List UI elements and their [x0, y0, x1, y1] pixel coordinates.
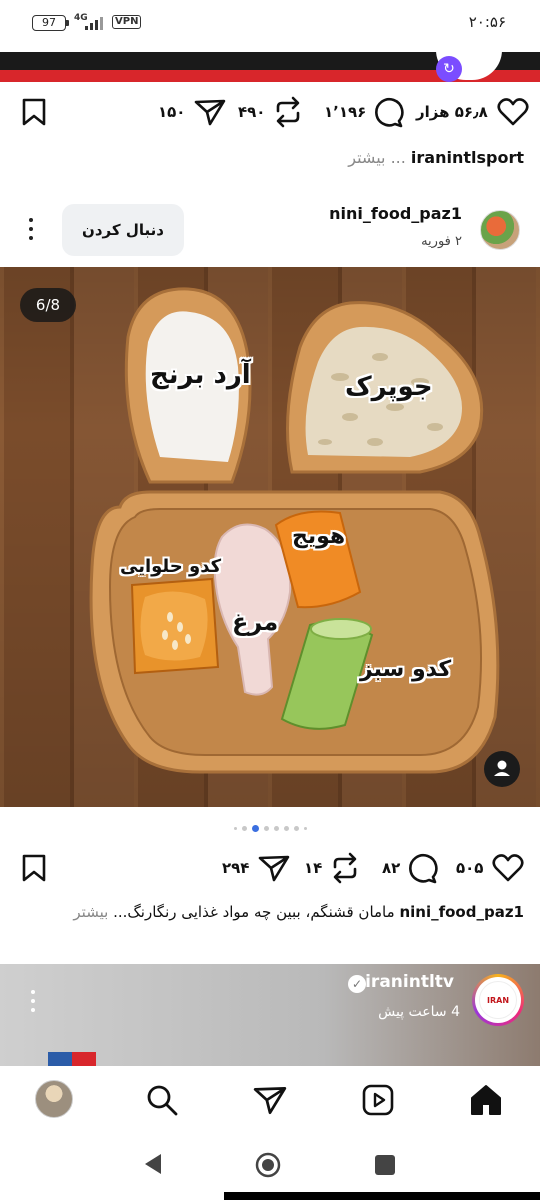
repost-icon[interactable] — [273, 96, 303, 128]
carousel-dot — [233, 826, 237, 830]
image-counter: 6/8 — [20, 288, 76, 322]
iran-international-logo: IRAN — [479, 981, 517, 1019]
carousel-dot — [263, 825, 269, 831]
comment-icon[interactable] — [372, 96, 404, 128]
carousel-dot — [241, 825, 247, 831]
comment-icon[interactable] — [406, 852, 438, 884]
recents-icon[interactable] — [374, 1154, 396, 1176]
more-options-icon[interactable] — [26, 218, 36, 244]
battery-tip — [66, 20, 69, 26]
label-zucchini: کدو سبز — [360, 657, 452, 682]
repost-count: ۱۴ — [304, 859, 323, 877]
profile-avatar[interactable] — [35, 1080, 73, 1118]
heart-icon[interactable] — [496, 97, 530, 127]
carousel-dot-active — [251, 824, 259, 832]
next-post[interactable]: IRAN iranintltv ✓ 4 ساعت پیش — [0, 964, 540, 1066]
comment-count: ۱٬۱۹۶ — [324, 103, 367, 121]
person-icon — [494, 760, 510, 776]
more-options-icon[interactable] — [28, 990, 38, 1016]
bottom-nav — [0, 1066, 540, 1136]
like-count: ۵۰۵ — [456, 859, 484, 877]
next-post-time: 4 ساعت پیش — [378, 1004, 460, 1020]
bookmark-icon[interactable] — [20, 97, 48, 127]
remix-icon[interactable]: ↻ — [436, 56, 462, 82]
pumpkin-flesh — [140, 591, 208, 661]
send-icon[interactable] — [252, 1083, 288, 1117]
signal-icon — [85, 17, 103, 30]
label-pumpkin: کدو حلوایی — [120, 556, 222, 577]
post-date: ۲ فوریه — [421, 234, 462, 249]
label-chicken: مرغ — [232, 608, 279, 636]
comment-count: ۸۲ — [382, 859, 401, 877]
system-home-icon[interactable] — [254, 1151, 282, 1179]
caption-text: مامان قشنگم، ببین چه مواد غذایی رنگارنگ.… — [113, 903, 395, 921]
gesture-bar — [224, 1192, 540, 1200]
post-username[interactable]: nini_food_paz1 — [329, 204, 462, 223]
carousel-dot — [283, 825, 289, 831]
heart-icon[interactable] — [491, 853, 525, 883]
battery-indicator: 97 — [32, 15, 66, 31]
status-bar: ۲۰:۵۶ 97 4G VPN — [0, 0, 540, 46]
back-icon[interactable] — [142, 1152, 164, 1176]
avatar[interactable] — [480, 210, 520, 250]
post-actions: ۲۹۴ ۱۴ ۸۲ ۵۰۵ — [0, 848, 540, 888]
follow-button[interactable]: دنبال کردن — [62, 204, 184, 256]
carousel-dot — [303, 826, 307, 830]
label-rice-flour: آرد برنج — [150, 360, 251, 390]
vpn-indicator: VPN — [112, 15, 142, 29]
label-oats: جوپرک — [345, 372, 433, 402]
share-count: ۲۹۴ — [222, 859, 250, 877]
search-icon[interactable] — [144, 1082, 180, 1118]
next-post-thumbnail — [48, 1052, 96, 1066]
reels-icon[interactable] — [360, 1082, 396, 1118]
carousel-dot — [273, 825, 279, 831]
bookmark-icon[interactable] — [20, 853, 48, 883]
system-nav-bar — [0, 1136, 540, 1200]
next-post-username[interactable]: iranintltv — [365, 972, 454, 992]
previous-post-actions: ۱۵۰ ۴۹۰ ۱٬۱۹۶ ۵۶٫۸ هزار — [0, 92, 540, 132]
label-carrot: هویج — [292, 524, 346, 549]
repost-icon[interactable] — [330, 852, 360, 884]
share-count: ۱۵۰ — [158, 103, 186, 121]
previous-post-caption[interactable]: iranintlsport ... بیشتر — [24, 146, 524, 170]
carousel-dot — [293, 825, 299, 831]
zucchini-cut-face — [310, 618, 372, 640]
repost-count: ۴۹۰ — [238, 103, 266, 121]
send-icon[interactable] — [257, 853, 291, 883]
clock: ۲۰:۵۶ — [468, 13, 506, 31]
post-caption[interactable]: nini_food_paz1 مامان قشنگم، ببین چه مواد… — [24, 900, 524, 924]
home-icon[interactable] — [468, 1082, 504, 1118]
caption-more-link[interactable]: ... بیشتر — [348, 148, 406, 167]
carousel-dots — [0, 822, 540, 834]
verified-badge-icon: ✓ — [348, 975, 366, 993]
like-count: ۵۶٫۸ هزار — [416, 103, 488, 121]
tagged-people-button[interactable] — [484, 751, 520, 787]
caption-username[interactable]: iranintlsport — [411, 148, 524, 167]
caption-username[interactable]: nini_food_paz1 — [399, 903, 524, 921]
caption-more-link[interactable]: بیشتر — [73, 903, 108, 921]
bunny-plate-illustration — [89, 287, 500, 774]
send-icon[interactable] — [193, 97, 227, 127]
post-header: nini_food_paz1 ۲ فوریه دنبال کردن — [0, 196, 540, 266]
